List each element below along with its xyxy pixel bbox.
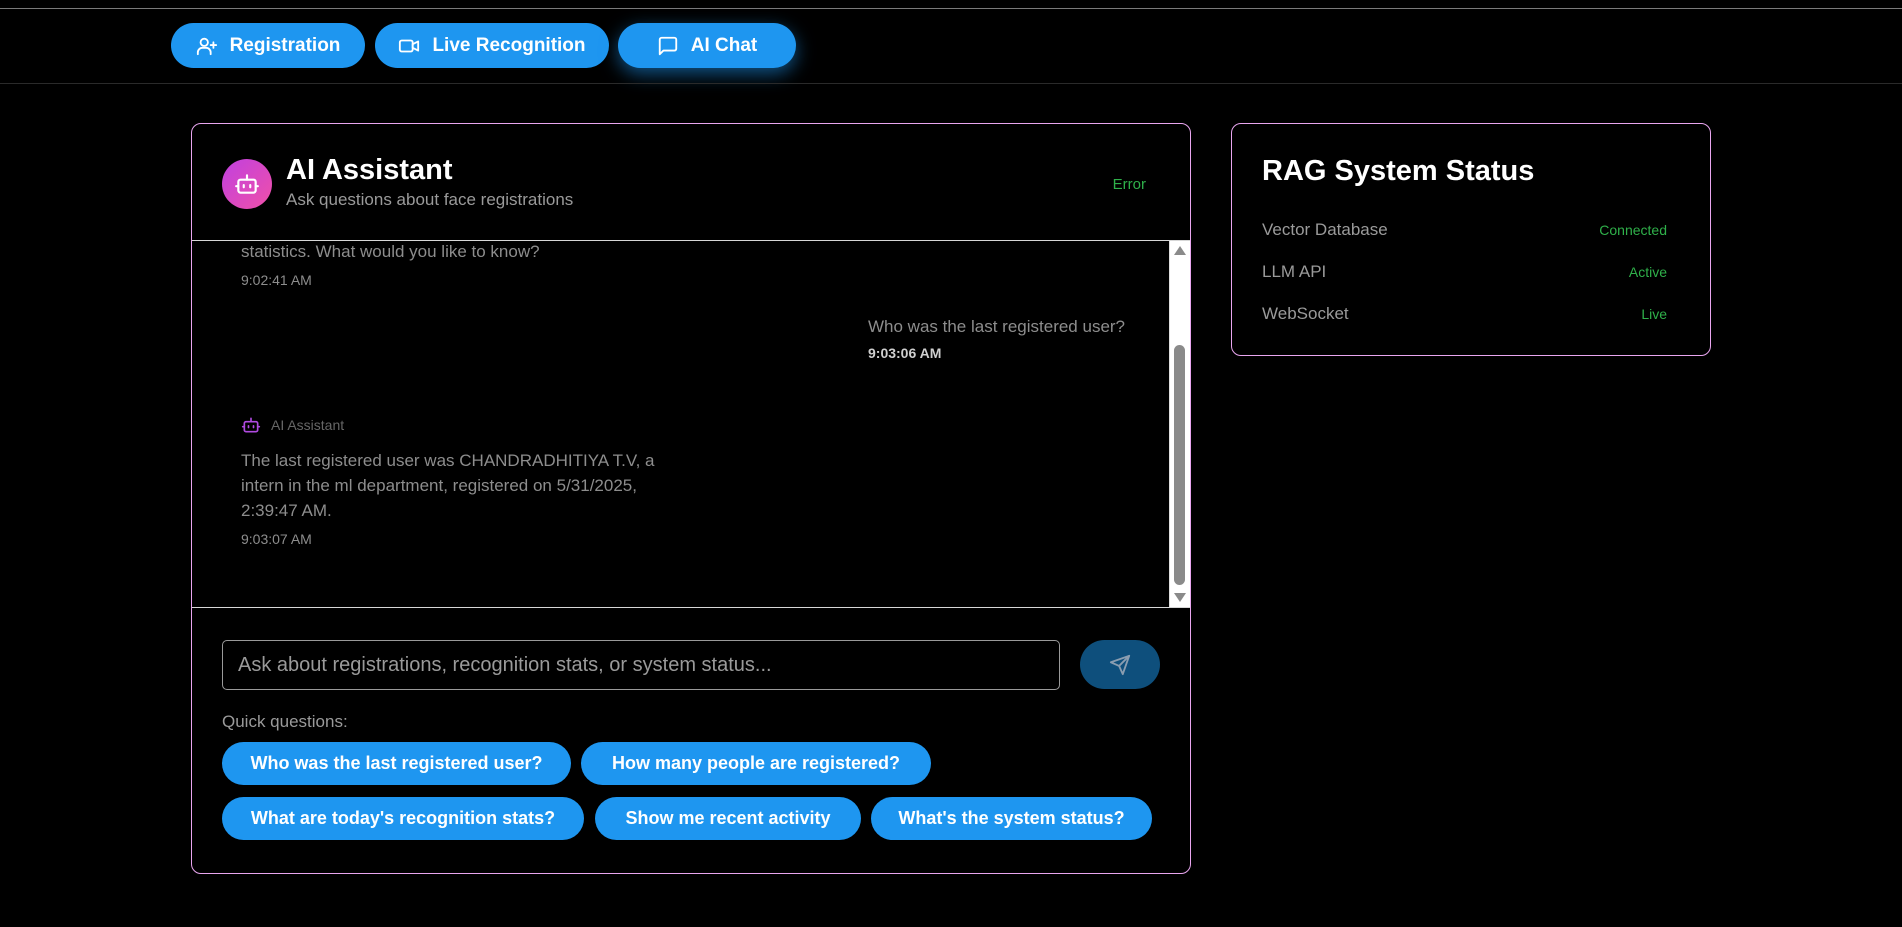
assistant-message-line: The last registered user was CHANDRADHIT… [241, 451, 655, 470]
chat-header: AI Assistant Ask questions about face re… [192, 124, 1190, 241]
bot-icon [241, 417, 261, 433]
chat-input-area: Quick questions: Who was the last regist… [192, 607, 1190, 875]
tab-registration[interactable]: Registration [171, 23, 365, 68]
send-button[interactable] [1080, 640, 1160, 689]
bot-avatar [222, 159, 272, 209]
video-icon [399, 39, 420, 52]
quick-question-button[interactable]: Who was the last registered user? [222, 742, 571, 785]
status-label: Vector Database [1262, 220, 1388, 239]
quick-question-button[interactable]: Show me recent activity [595, 797, 861, 840]
user-message-text: Who was the last registered user? [868, 317, 1126, 336]
quick-question-button[interactable]: How many people are registered? [581, 742, 931, 785]
chat-panel: AI Assistant Ask questions about face re… [191, 123, 1191, 874]
status-label: LLM API [1262, 262, 1327, 281]
sender-name: AI Assistant [271, 417, 345, 433]
quick-question-button[interactable]: What's the system status? [871, 797, 1152, 840]
status-label: WebSocket [1262, 304, 1349, 323]
tab-label: Live Recognition [432, 34, 586, 56]
assistant-sender: AI Assistant [241, 415, 344, 435]
tab-label: AI Chat [690, 34, 758, 56]
tab-live-recognition[interactable]: Live Recognition [375, 23, 609, 68]
chat-input[interactable] [222, 640, 1060, 690]
message-scrollbar[interactable] [1169, 241, 1190, 607]
nav-divider [0, 83, 1902, 84]
message-timestamp: 9:02:41 AM [241, 272, 312, 288]
status-value: Active [1628, 264, 1667, 280]
message-timestamp: 9:03:06 AM [868, 345, 942, 361]
rag-title: RAG System Status [1262, 155, 1535, 187]
status-value: Connected [1599, 222, 1667, 238]
rag-status-panel: RAG System Status Vector Database Connec… [1231, 123, 1711, 356]
connection-status: Error [1112, 176, 1146, 193]
send-icon [1109, 654, 1131, 675]
status-value: Live [1641, 306, 1667, 322]
chat-subtitle: Ask questions about face registrations [286, 190, 574, 209]
user-plus-icon [196, 37, 217, 55]
status-row-llm-api: LLM API Active [1262, 262, 1667, 282]
assistant-message-line: intern in the ml department, registered … [241, 476, 637, 495]
message-timestamp: 9:03:07 AM [241, 531, 312, 547]
scroll-thumb[interactable] [1174, 345, 1185, 585]
tab-ai-chat[interactable]: AI Chat [618, 23, 796, 68]
tab-label: Registration [229, 34, 341, 56]
scroll-down-arrow[interactable] [1174, 593, 1186, 602]
quick-question-button[interactable]: What are today's recognition stats? [222, 797, 584, 840]
top-divider [0, 8, 1902, 9]
assistant-message-text: statistics. What would you like to know? [241, 242, 540, 261]
status-row-websocket: WebSocket Live [1262, 304, 1667, 324]
chat-title: AI Assistant [286, 154, 453, 186]
assistant-message-line: 2:39:47 AM. [241, 501, 332, 520]
scroll-up-arrow[interactable] [1174, 246, 1186, 255]
quick-questions-label: Quick questions: [222, 712, 348, 731]
bot-icon [235, 174, 259, 194]
message-list[interactable]: statistics. What would you like to know?… [192, 241, 1170, 607]
status-row-vector-database: Vector Database Connected [1262, 220, 1667, 240]
message-icon [658, 36, 677, 55]
